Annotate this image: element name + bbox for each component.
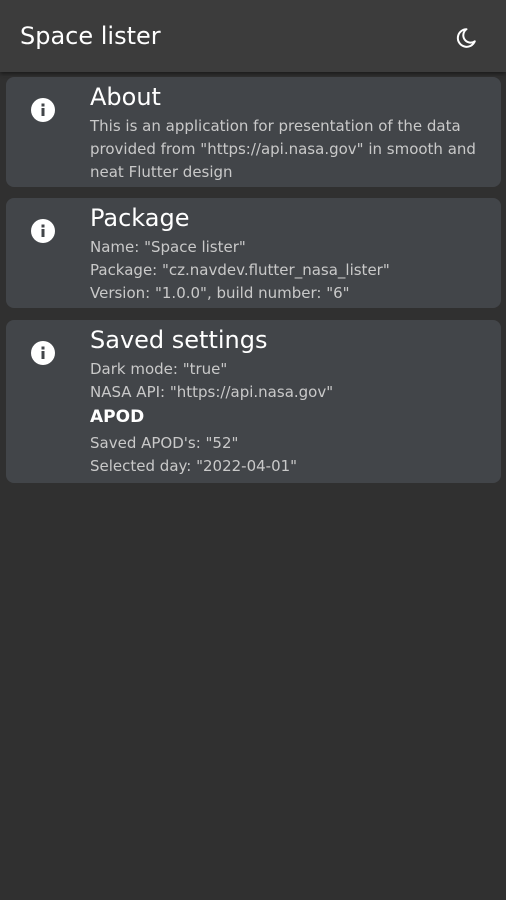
about-title: About [90,83,161,111]
apod-heading: APOD [90,407,145,427]
about-text-line-3: neat Flutter design [90,163,233,181]
info-icon [31,341,55,365]
theme-toggle-button[interactable] [444,18,488,58]
info-icon [31,219,55,243]
saved-settings-title: Saved settings [90,326,268,354]
about-text-line-2: provided from "https://api.nasa.gov" in … [90,140,476,158]
info-icon [31,98,55,122]
dark-mode-setting: Dark mode: "true" [90,360,228,378]
package-title: Package [90,204,190,232]
app-title: Space lister [20,22,161,50]
app-bar: Space lister [0,0,506,72]
about-text-line-1: This is an application for presentation … [90,117,461,135]
saved-settings-card: Saved settings Dark mode: "true" NASA AP… [6,320,501,483]
about-card: About This is an application for present… [6,77,501,187]
package-card: Package Name: "Space lister" Package: "c… [6,198,501,308]
nasa-api-setting: NASA API: "https://api.nasa.gov" [90,383,334,401]
selected-day-setting: Selected day: "2022-04-01" [90,457,298,475]
package-version-line: Version: "1.0.0", build number: "6" [90,284,350,302]
package-name-line: Name: "Space lister" [90,238,246,256]
dark-mode-moon-icon [456,28,476,48]
saved-apods-setting: Saved APOD's: "52" [90,434,239,452]
package-id-line: Package: "cz.navdev.flutter_nasa_lister" [90,261,390,279]
